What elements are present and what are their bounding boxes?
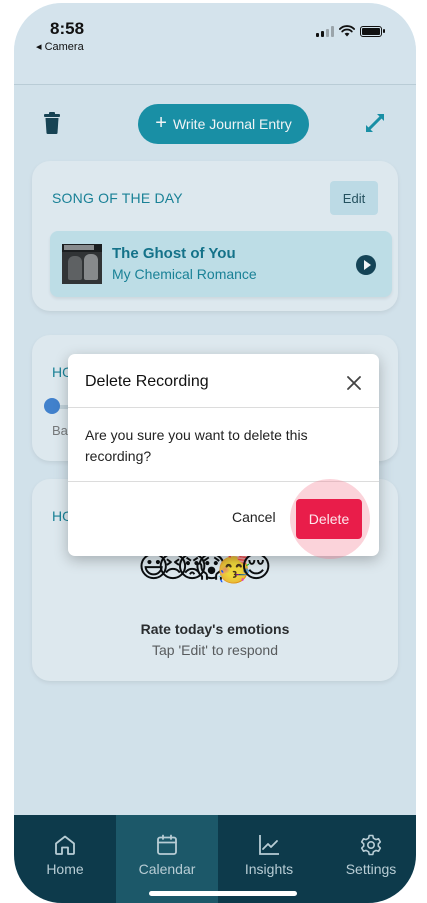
- status-icons: [316, 25, 385, 37]
- delete-button[interactable]: Delete: [296, 499, 362, 539]
- tab-bar: Home Calendar Insights Settings: [14, 815, 416, 903]
- cancel-button[interactable]: Cancel: [232, 509, 276, 525]
- tab-calendar-label: Calendar: [138, 861, 196, 877]
- status-time: 8:58: [50, 19, 85, 38]
- dialog-message: Are you sure you want to delete this rec…: [85, 427, 308, 464]
- tab-settings[interactable]: Settings: [320, 815, 416, 903]
- wifi-icon: [339, 25, 355, 37]
- back-to-camera-link[interactable]: ◂ Camera: [36, 40, 84, 53]
- settings-icon: [360, 834, 382, 856]
- battery-icon: [360, 25, 385, 37]
- home-indicator: [149, 891, 297, 896]
- tab-settings-label: Settings: [345, 861, 397, 877]
- dialog-title: Delete Recording: [85, 373, 209, 390]
- home-icon: [55, 835, 75, 855]
- insights-icon: [259, 835, 279, 855]
- close-icon[interactable]: [347, 376, 361, 390]
- signal-icon: [316, 25, 334, 37]
- delete-recording-dialog: Delete Recording Are you sure you want t…: [68, 354, 379, 559]
- tab-insights-label: Insights: [244, 861, 294, 877]
- calendar-icon: [157, 834, 177, 855]
- tab-home-label: Home: [46, 861, 84, 877]
- status-bar: 8:58 ◂ Camera: [14, 3, 416, 85]
- tab-calendar[interactable]: Calendar: [116, 815, 218, 903]
- tab-home[interactable]: Home: [14, 815, 116, 903]
- phone-screen: 8:58 ◂ Camera + Write Journal Entry SONG…: [14, 3, 416, 903]
- tab-insights[interactable]: Insights: [218, 815, 320, 903]
- dialog-divider: [68, 407, 379, 408]
